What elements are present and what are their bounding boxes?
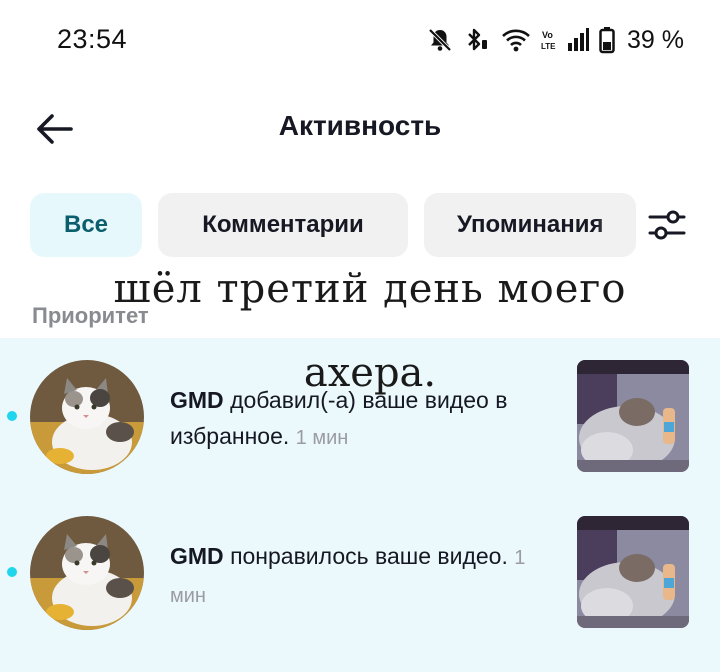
sliders-icon <box>645 210 689 251</box>
avatar[interactable] <box>30 516 144 630</box>
notification-text: GMD добавил(-а) ваше видео в избранное. … <box>170 382 550 456</box>
battery-percentage: 39 % <box>627 25 684 54</box>
bluetooth-icon <box>463 27 491 53</box>
battery-icon <box>599 26 615 54</box>
notification-user[interactable]: GMD <box>170 543 224 569</box>
video-thumbnail[interactable] <box>577 360 689 472</box>
notification-user[interactable]: GMD <box>170 387 224 413</box>
signal-icon <box>567 27 590 53</box>
wifi-icon <box>501 27 531 53</box>
unread-dot <box>7 567 17 577</box>
overlay-caption-line1: шёл третий день моего <box>113 266 627 312</box>
svg-text:Vo: Vo <box>542 30 553 40</box>
filter-tabs: Все Комментарии Упоминания <box>30 193 636 257</box>
video-thumbnail[interactable] <box>577 516 689 628</box>
notification-time: 1 мин <box>295 427 349 449</box>
notification-text: GMD понравилось ваше видео. 1 мин <box>170 538 550 614</box>
notification-item[interactable]: GMD добавил(-а) ваше видео в избранное. … <box>0 348 720 488</box>
header: Активность <box>0 96 720 160</box>
svg-text:LTE: LTE <box>541 42 556 51</box>
notification-message: понравилось ваше видео. <box>230 543 508 569</box>
unread-dot <box>7 411 17 421</box>
filter-button[interactable] <box>645 203 689 247</box>
status-bar: 23:54 Vo LTE 39 % <box>0 0 720 80</box>
avatar[interactable] <box>30 360 144 474</box>
section-label: Приоритет <box>32 303 149 328</box>
tab-mentions[interactable]: Упоминания <box>424 193 636 257</box>
status-icons: Vo LTE 39 % <box>427 24 684 56</box>
tab-comments[interactable]: Комментарии <box>158 193 408 257</box>
arrow-left-icon <box>30 114 80 158</box>
tab-all[interactable]: Все <box>30 193 142 257</box>
bell-muted-icon <box>427 27 453 53</box>
volte-icon: Vo LTE <box>541 27 557 53</box>
tab-mentions-label: Упоминания <box>457 211 604 238</box>
page-title: Активность <box>278 110 442 141</box>
status-time: 23:54 <box>57 24 128 54</box>
notification-item[interactable]: GMD понравилось ваше видео. 1 мин <box>0 504 720 644</box>
